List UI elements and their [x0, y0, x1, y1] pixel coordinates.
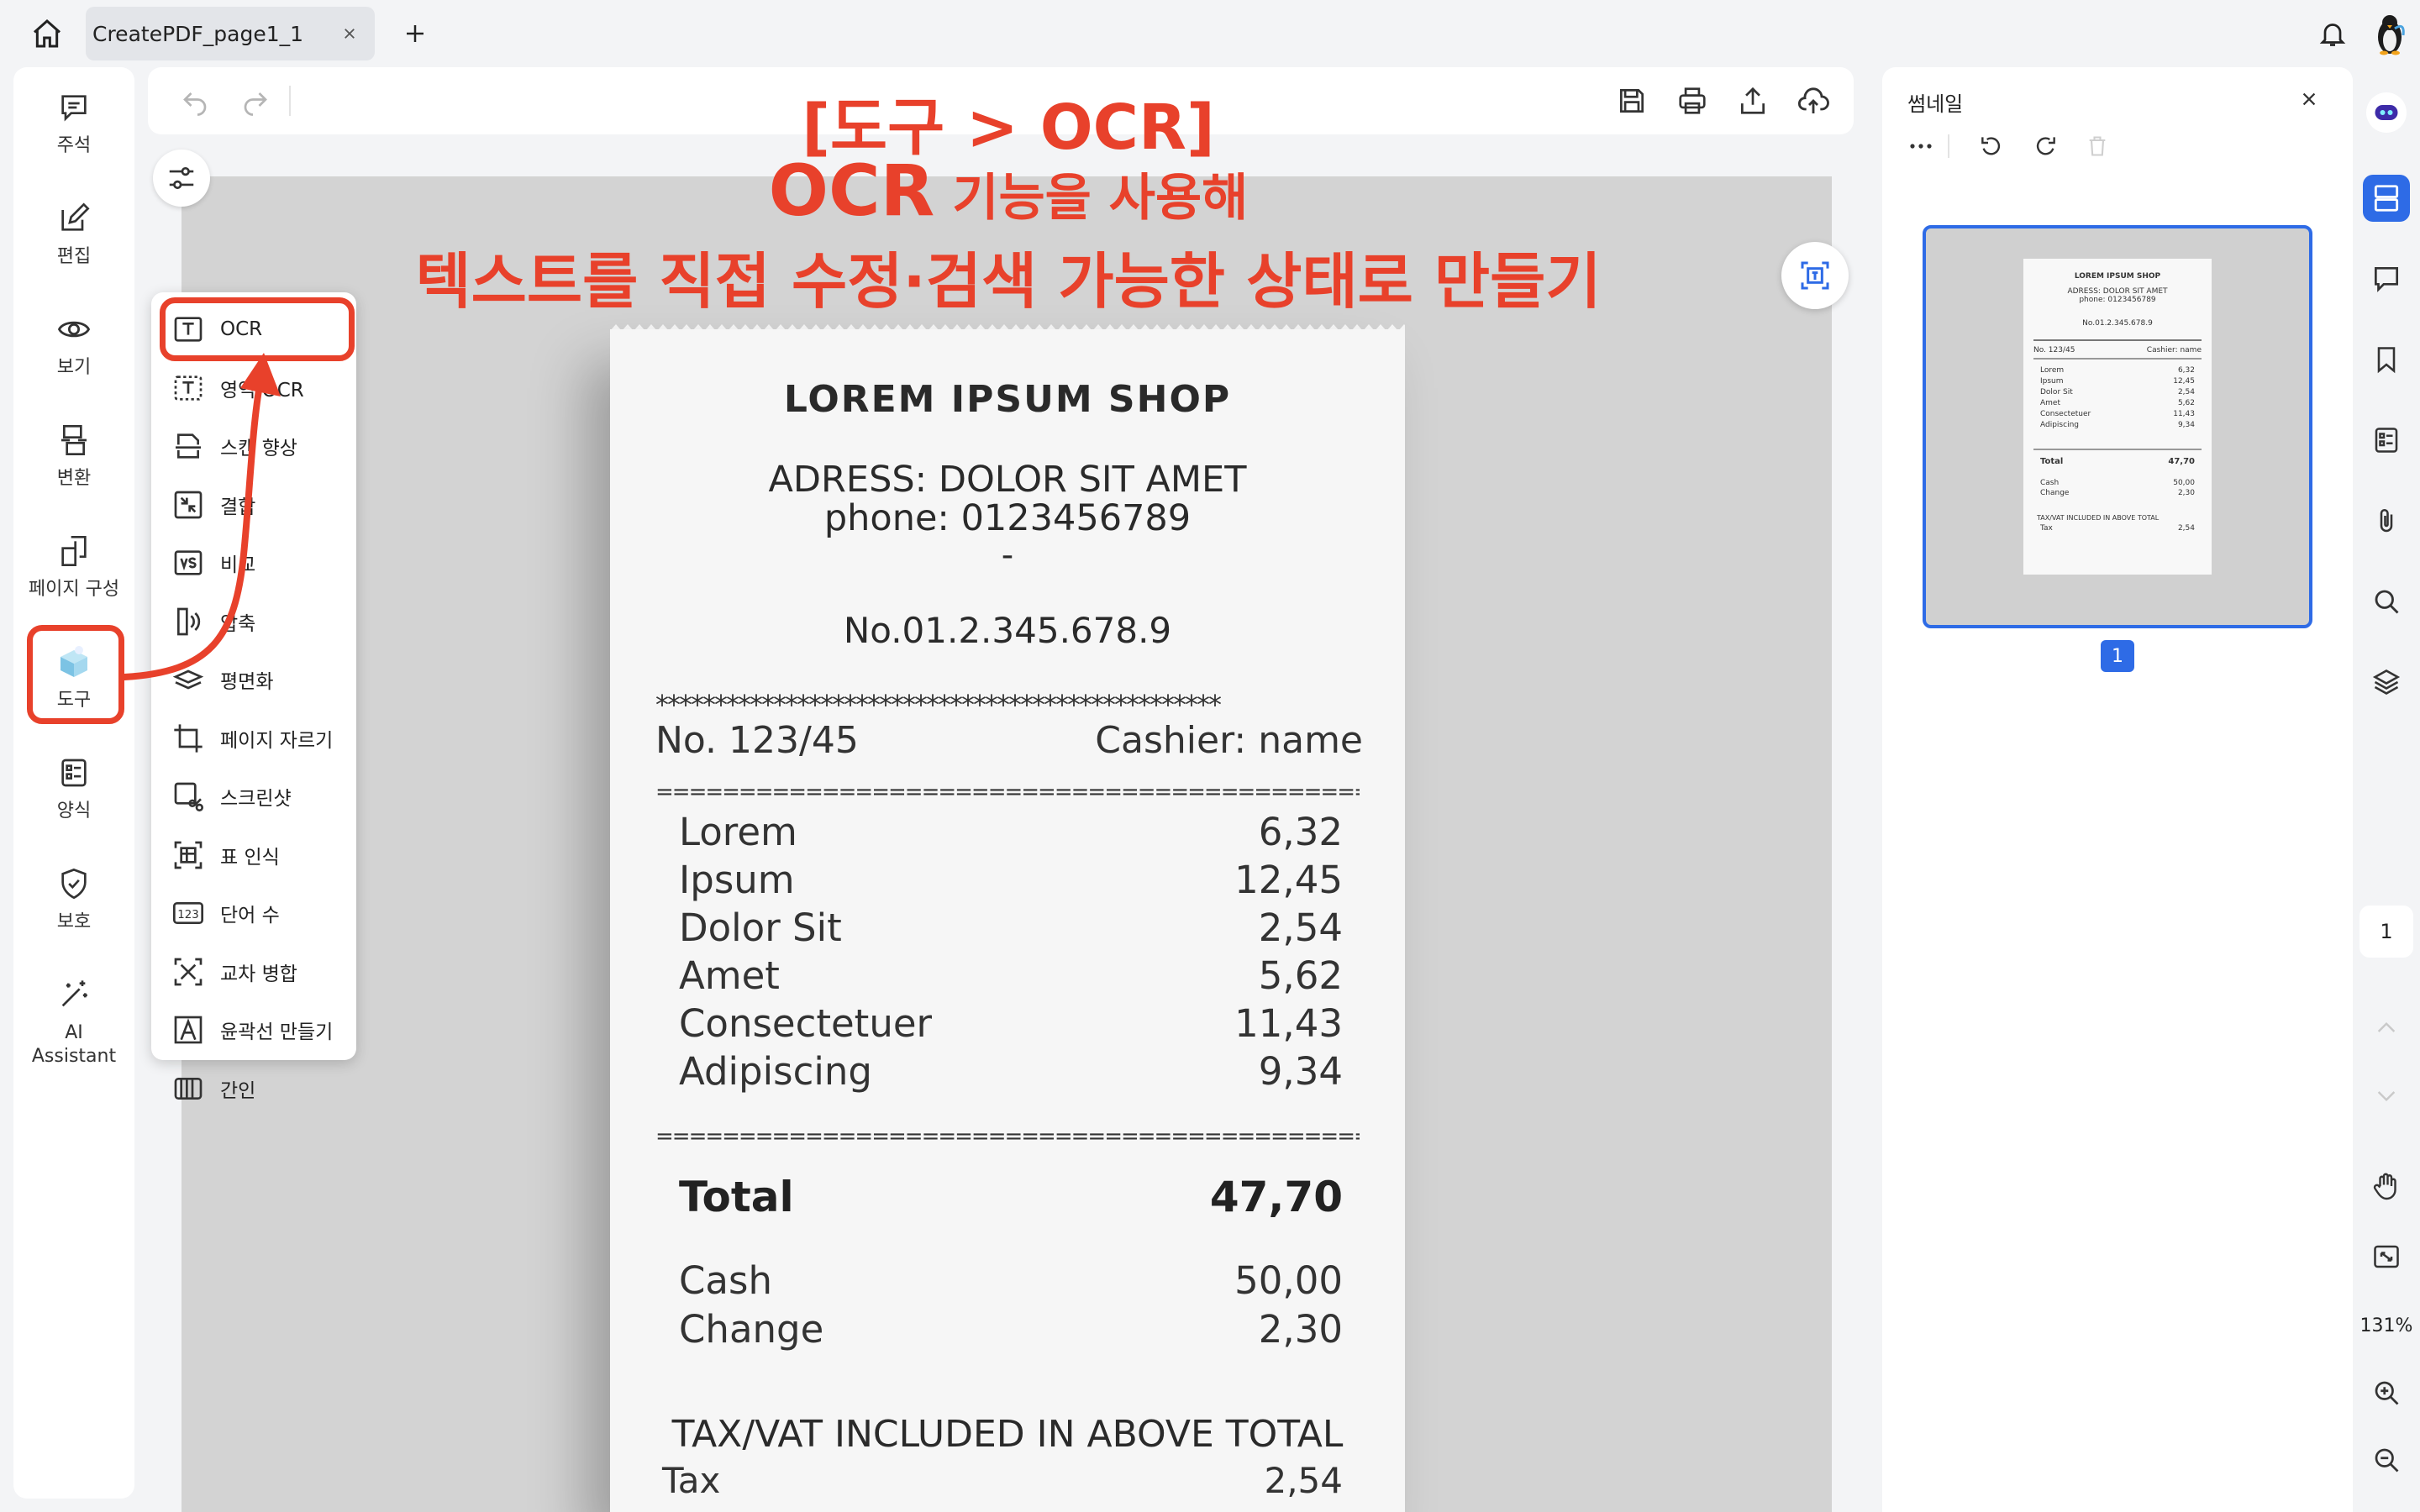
next-page-chevron-icon[interactable]	[2363, 1072, 2410, 1119]
hand-pan-icon[interactable]	[2363, 1163, 2410, 1210]
ai-bot-icon[interactable]	[2366, 92, 2407, 133]
thumb-item-price: 2,54	[2177, 388, 2195, 396]
attachment-icon[interactable]	[2363, 497, 2410, 544]
comments-panel-icon[interactable]	[2363, 255, 2410, 302]
thumb-item-price: 5,62	[2177, 399, 2195, 407]
thumbnails-panel-icon[interactable]	[2363, 175, 2410, 222]
thumb-separator-2	[2033, 358, 2202, 360]
thumb-item-price: 12,45	[2173, 377, 2195, 386]
thumb-tax-label: Tax	[2040, 524, 2053, 533]
fit-page-icon[interactable]	[2363, 1233, 2410, 1280]
thumb-item-price: 11,43	[2173, 410, 2195, 418]
bookmark-icon[interactable]	[2363, 336, 2410, 383]
thumb-cashier: Cashier: name	[2146, 346, 2202, 354]
thumb-item-name: Dolor Sit	[2040, 388, 2073, 396]
rotate-left-icon[interactable]	[1975, 129, 2008, 163]
thumb-tax-value: 2,54	[2177, 524, 2195, 533]
thumb-address: ADRESS: DOLOR SIT AMET	[2067, 287, 2168, 296]
close-panel-icon[interactable]	[2294, 84, 2324, 114]
thumb-item-name: Consectetuer	[2040, 410, 2091, 418]
thumb-cash-label: Cash	[2040, 479, 2060, 487]
thumb-item-price: 9,34	[2177, 421, 2195, 429]
thumb-item-name: Lorem	[2040, 366, 2065, 375]
thumb-separator-3	[2033, 449, 2202, 450]
thumb-cash-value: 50,00	[2173, 479, 2195, 487]
form-fields-icon[interactable]	[2363, 417, 2410, 464]
thumbnail-receipt: LOREM IPSUM SHOP ADRESS: DOLOR SIT AMET …	[2023, 259, 2212, 575]
zoom-in-icon[interactable]	[2363, 1369, 2410, 1416]
thumb-ticket: No. 123/45	[2033, 346, 2075, 354]
thumbnail-more-icon[interactable]	[1904, 129, 1938, 163]
thumb-total-label: Total	[2040, 457, 2064, 466]
thumb-total-value: 47,70	[2168, 457, 2195, 466]
thumb-item-name: Adipiscing	[2040, 421, 2079, 429]
right-toolbar	[2360, 67, 2413, 1512]
thumb-change-value: 2,30	[2177, 489, 2195, 497]
rotate-right-icon[interactable]	[2028, 129, 2062, 163]
thumb-change-label: Change	[2040, 489, 2070, 497]
thumb-item-name: Ipsum	[2040, 377, 2064, 386]
zoom-out-icon[interactable]	[2363, 1436, 2410, 1483]
delete-page-icon[interactable]	[2081, 129, 2114, 163]
layers-icon[interactable]	[2363, 659, 2410, 706]
thumb-shop: LOREM IPSUM SHOP	[2074, 272, 2161, 281]
thumb-item-price: 6,32	[2177, 366, 2195, 375]
previous-page-chevron-icon[interactable]	[2363, 1005, 2410, 1052]
thumb-number: No.01.2.345.678.9	[2082, 319, 2153, 328]
thumb-separator	[2033, 339, 2202, 341]
thumbnail-page-number: 1	[2101, 640, 2134, 672]
page-thumbnail[interactable]: LOREM IPSUM SHOP ADRESS: DOLOR SIT AMET …	[1923, 225, 2312, 628]
thumbnail-panel-title: 썸네일	[1907, 92, 1964, 116]
thumbnail-panel: 썸네일 LOREM IPSUM SHOP ADRESS: DOLOR SIT A…	[1882, 67, 2353, 1512]
thumb-phone: phone: 0123456789	[2079, 296, 2156, 304]
thumb-tax-note: TAX/VAT INCLUDED IN ABOVE TOTAL	[2037, 514, 2160, 522]
search-icon[interactable]	[2363, 578, 2410, 625]
zoom-level[interactable]: 131%	[2356, 1307, 2417, 1344]
thumbnail-toolbar-divider	[1948, 134, 1949, 158]
current-page-field[interactable]: 1	[2360, 906, 2413, 958]
thumb-item-name: Amet	[2040, 399, 2060, 407]
